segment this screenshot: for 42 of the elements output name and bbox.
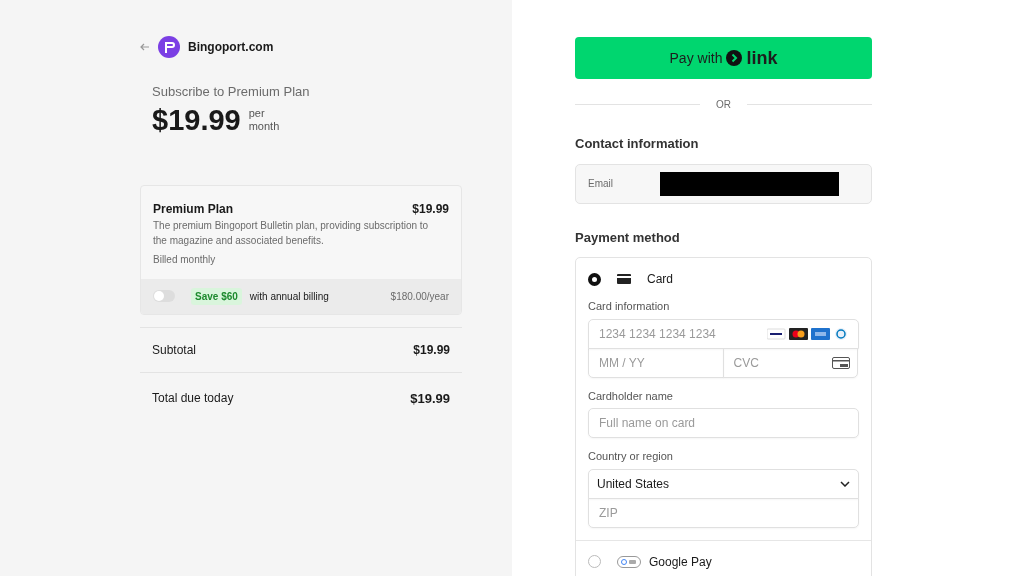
period-text: month (248, 120, 280, 134)
plan-description: The premium Bingoport Bulletin plan, providing subscription to the magazine and associated benefits. (153, 218, 430, 248)
card-number-field[interactable]: 1234 1234 1234 1234 (588, 318, 859, 349)
cvc-field[interactable]: CVC (722, 347, 858, 378)
cardholder-name-field[interactable]: Full name on card (588, 408, 859, 438)
total-label: Total due today (152, 390, 234, 408)
total-value: $19.99 (413, 341, 450, 359)
chevron-icon (726, 50, 743, 66)
billing-note: Billed monthly (153, 252, 217, 267)
annual-billing-label: with annual billing (249, 289, 329, 304)
field-label: Cardholder name (588, 388, 674, 404)
field-label: Card information (588, 299, 671, 314)
pay-with-link-button[interactable]: Pay with link (575, 37, 872, 79)
cvc-card-icon (832, 356, 850, 369)
plan-price: $19.99 (412, 200, 449, 218)
google-pay-icon (617, 555, 641, 568)
country-select[interactable]: United States (588, 468, 859, 499)
plan-subtitle: Subscribe to Premium Plan (152, 83, 311, 101)
section-heading: Payment method (575, 228, 681, 247)
payment-method-label: Card (647, 271, 673, 288)
section-heading: Contact information (575, 135, 700, 153)
email-field[interactable]: Email (575, 163, 872, 204)
payment-method-label: Google Pay (649, 553, 712, 571)
radio-button[interactable] (588, 272, 601, 286)
plan-price: $19.99 (152, 105, 241, 135)
plan-name: Premium Plan (153, 200, 234, 218)
expiry-field[interactable]: MM / YY (588, 347, 724, 378)
merchant-name: Bingoport.com (188, 39, 274, 56)
divider-text: OR (716, 98, 731, 112)
chevron-down-icon (840, 480, 850, 487)
email-label: Email (588, 177, 614, 191)
total-value: $19.99 (410, 389, 450, 408)
back-arrow-icon[interactable] (140, 42, 150, 52)
logo-icon (158, 36, 180, 58)
field-label: Country or region (588, 449, 674, 464)
zip-field[interactable]: ZIP (588, 497, 859, 528)
total-label: Subtotal (152, 341, 197, 359)
annual-price: $180.00/year (390, 289, 449, 304)
savings-badge: Save $60 (191, 287, 242, 305)
annual-billing-toggle[interactable] (153, 290, 175, 302)
period-text: per (248, 106, 266, 120)
credit-card-icon (617, 274, 631, 284)
